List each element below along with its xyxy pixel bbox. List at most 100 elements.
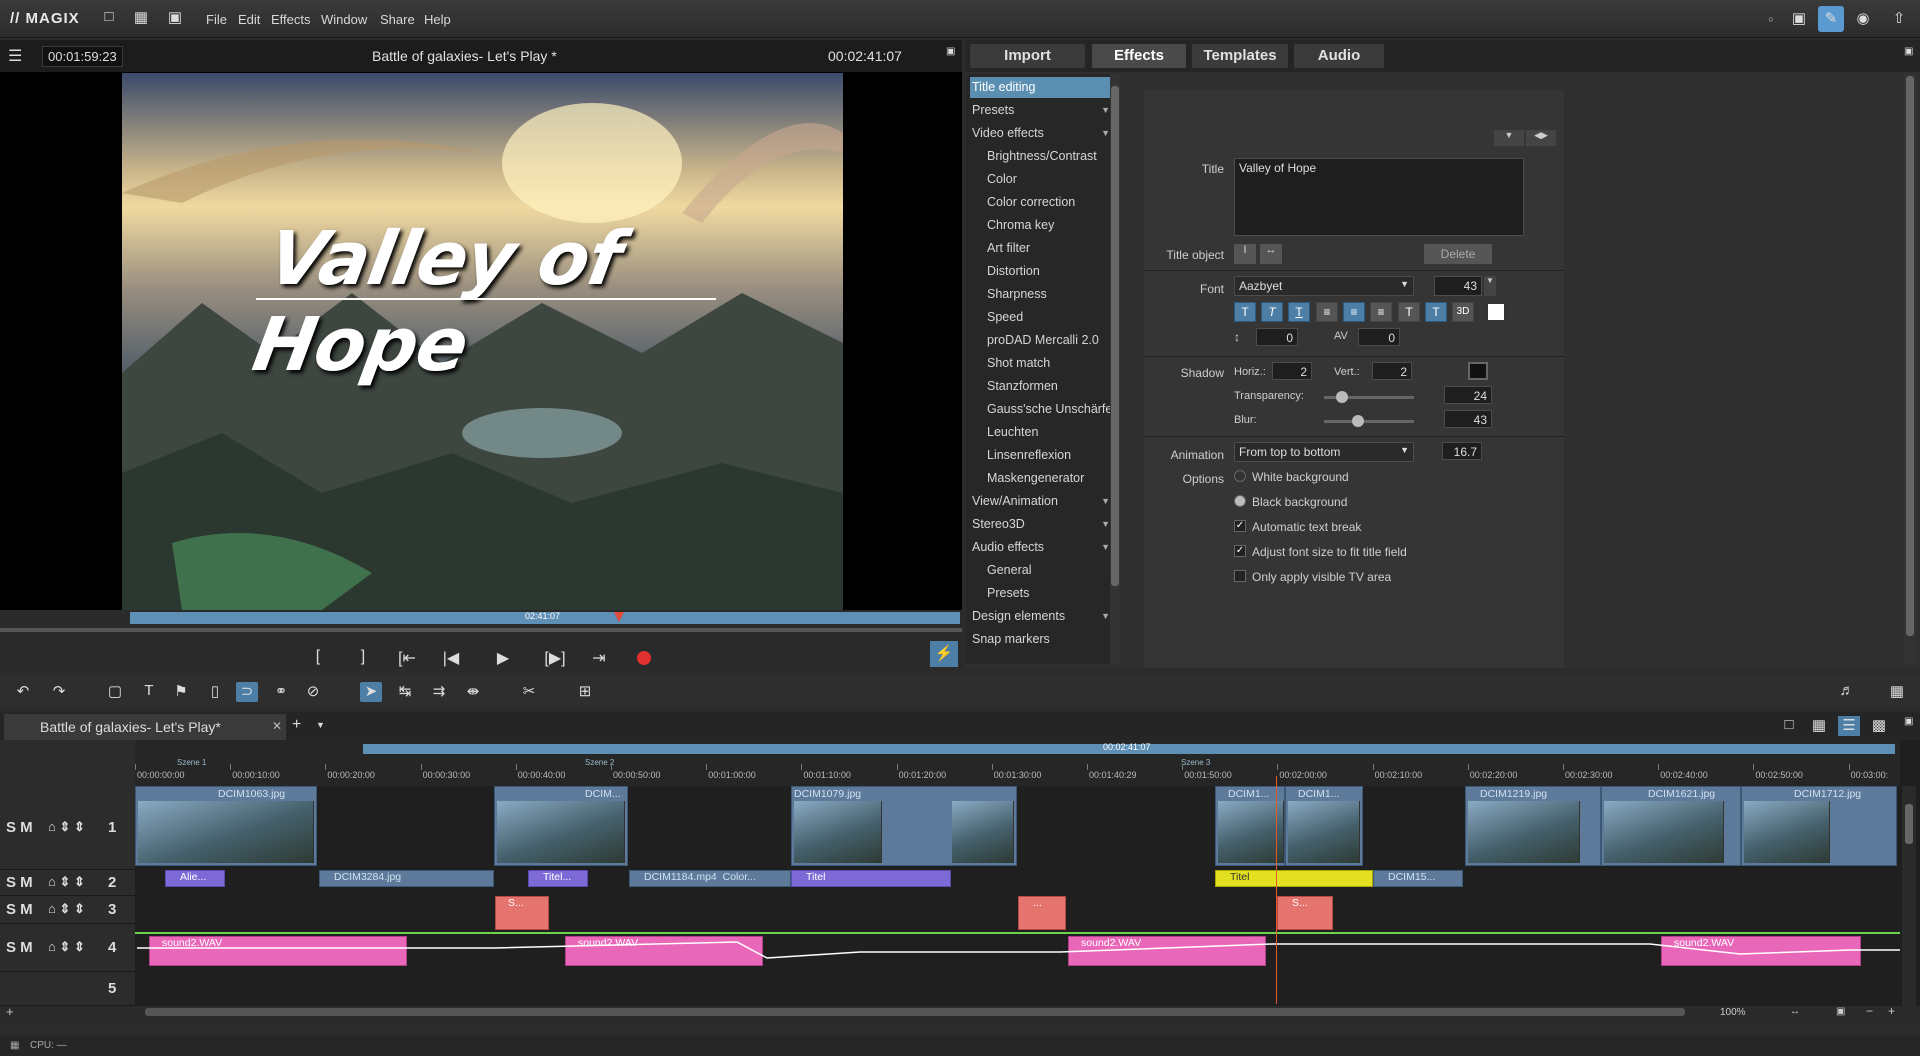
mark-in-icon[interactable]: [ bbox=[305, 648, 331, 666]
horizontal-scrollbar[interactable] bbox=[145, 1008, 1685, 1016]
disc-icon[interactable]: ◉ bbox=[1850, 6, 1876, 32]
open-folder-icon[interactable]: ▦ bbox=[132, 8, 150, 28]
shadow-vert-field[interactable]: 2 bbox=[1372, 362, 1412, 380]
tab-audio[interactable]: Audio bbox=[1294, 44, 1384, 68]
font-select[interactable]: Aazbyet▼ bbox=[1234, 276, 1414, 296]
effects-item[interactable]: Art filter bbox=[970, 238, 1114, 259]
effects-item[interactable]: Shot match bbox=[970, 353, 1114, 374]
effects-item[interactable]: Color correction bbox=[970, 192, 1114, 213]
panel-maximize-icon[interactable]: ▣ bbox=[1904, 46, 1913, 57]
time-ruler[interactable]: 00:02:41:07 Szene 1 Szene 2 Szene 3 00:0… bbox=[135, 740, 1900, 786]
effects-item[interactable]: Maskengenerator bbox=[970, 468, 1114, 489]
edit-mode-icon[interactable]: ✎ bbox=[1818, 6, 1844, 32]
lightning-icon[interactable]: ⚡ bbox=[930, 641, 958, 667]
zoom-level[interactable]: 100% bbox=[1720, 1007, 1746, 1018]
title-clip[interactable]: Titel... bbox=[528, 870, 588, 887]
zoom-out-icon[interactable]: − bbox=[1866, 1004, 1873, 1018]
solo-mute-buttons[interactable]: S M bbox=[6, 901, 33, 918]
align-right-icon[interactable]: ≡ bbox=[1370, 302, 1392, 322]
transition-clip[interactable]: S... bbox=[1277, 896, 1333, 930]
go-to-out-icon[interactable]: ⇥ bbox=[586, 648, 612, 668]
close-icon[interactable]: ✕ bbox=[272, 719, 282, 733]
delete-icon[interactable]: ▢ bbox=[104, 682, 126, 702]
insert-icon[interactable]: ⊞ bbox=[574, 682, 596, 702]
transition-clip[interactable]: S... bbox=[495, 896, 549, 930]
collapse-icon[interactable]: ▼ bbox=[1494, 130, 1524, 146]
effects-item[interactable]: Audio effects▼ bbox=[970, 537, 1114, 558]
effects-item[interactable]: Chroma key bbox=[970, 215, 1114, 236]
dot-icon[interactable]: ○ bbox=[1758, 6, 1784, 32]
video-clip[interactable]: DCIM1712.jpg bbox=[1741, 786, 1897, 866]
shadow-horiz-field[interactable]: 2 bbox=[1272, 362, 1312, 380]
menu-effects[interactable]: Effects bbox=[271, 12, 311, 27]
effects-item[interactable]: Stereo3D▼ bbox=[970, 514, 1114, 535]
effects-item[interactable]: Presets bbox=[970, 583, 1114, 604]
outline-text-icon[interactable]: T bbox=[1398, 302, 1420, 322]
add-tab-icon[interactable]: + bbox=[292, 716, 301, 734]
playhead-marker[interactable] bbox=[614, 612, 624, 622]
multi-select-icon[interactable]: ⇉ bbox=[428, 682, 450, 702]
underline-icon[interactable]: T bbox=[1288, 302, 1310, 322]
text-cursor-icon[interactable]: I bbox=[1234, 244, 1256, 264]
font-size-field[interactable]: 43 bbox=[1434, 276, 1482, 296]
video-clip[interactable]: DCIM1219.jpg bbox=[1465, 786, 1601, 866]
view-timeline-icon[interactable]: ☰ bbox=[1838, 716, 1860, 736]
effects-item[interactable]: Design elements▼ bbox=[970, 606, 1114, 627]
effects-item[interactable]: Leuchten bbox=[970, 422, 1114, 443]
title-clip[interactable]: Alie... bbox=[165, 870, 225, 887]
title-clip[interactable]: Titel bbox=[791, 870, 951, 887]
mixer-icon[interactable]: ▦ bbox=[1886, 682, 1908, 702]
effects-item[interactable]: Snap markers bbox=[970, 629, 1114, 650]
track-header[interactable]: S M⌂ ⇕ ⇕4 bbox=[0, 924, 135, 972]
char-spacing-field[interactable]: 0 bbox=[1358, 328, 1400, 346]
upload-icon[interactable]: ⇧ bbox=[1886, 6, 1912, 32]
fit-width-icon[interactable]: ↔ bbox=[1260, 244, 1282, 264]
zoom-in-icon[interactable]: + bbox=[1888, 1004, 1895, 1018]
redo-icon[interactable]: ↷ bbox=[48, 682, 70, 702]
range-bar[interactable]: 00:02:41:07 bbox=[363, 744, 1895, 754]
position-bar[interactable]: 02:41:07 bbox=[130, 612, 960, 624]
font-size-dropdown-icon[interactable]: ▼ bbox=[1484, 276, 1496, 296]
menu-help[interactable]: Help bbox=[424, 12, 451, 27]
cut-icon[interactable]: ✂ bbox=[518, 682, 540, 702]
transparency-slider[interactable] bbox=[1324, 396, 1414, 399]
option-checkbox[interactable]: ✓ bbox=[1234, 545, 1246, 557]
chevron-down-icon[interactable]: ▼ bbox=[1101, 100, 1110, 121]
play-icon[interactable]: ▶ bbox=[490, 648, 516, 668]
animation-select[interactable]: From top to bottom▼ bbox=[1234, 442, 1414, 462]
tab-effects[interactable]: Effects bbox=[1092, 44, 1186, 68]
effects-item[interactable]: Presets▼ bbox=[970, 100, 1114, 121]
transparency-knob[interactable] bbox=[1336, 391, 1348, 403]
view-storyboard-icon[interactable]: ▩ bbox=[1868, 716, 1890, 736]
undo-icon[interactable]: ↶ bbox=[12, 682, 34, 702]
record-icon[interactable] bbox=[637, 651, 651, 665]
effects-item[interactable]: Video effects▼ bbox=[970, 123, 1114, 144]
option-checkbox[interactable] bbox=[1234, 570, 1246, 582]
menu-edit[interactable]: Edit bbox=[238, 12, 260, 27]
effects-item[interactable]: Brightness/Contrast bbox=[970, 146, 1114, 167]
project-tab[interactable]: Battle of galaxies- Let's Play* ✕ bbox=[4, 714, 286, 740]
track-tools-icon[interactable]: ⌂ ⇕ ⇕ bbox=[48, 819, 85, 835]
align-left-icon[interactable]: ≡ bbox=[1316, 302, 1338, 322]
storyboard-icon[interactable]: ▣ bbox=[1786, 6, 1812, 32]
char-spacing-icon[interactable]: AV bbox=[1334, 330, 1348, 342]
title-clip-selected[interactable]: Titel bbox=[1215, 870, 1373, 887]
maximize-icon[interactable]: ▣ bbox=[946, 46, 955, 57]
menu-share[interactable]: Share bbox=[380, 12, 415, 27]
volume-icon[interactable]: ♬ bbox=[1836, 682, 1858, 702]
text-color-swatch[interactable] bbox=[1486, 302, 1506, 322]
menu-file[interactable]: File bbox=[206, 12, 227, 27]
menu-window[interactable]: Window bbox=[321, 12, 367, 27]
overlay-title-text[interactable]: Valley of Hope bbox=[247, 216, 737, 388]
bold-icon[interactable]: T bbox=[1234, 302, 1256, 322]
effects-item[interactable]: proDAD Mercalli 2.0 bbox=[970, 330, 1114, 351]
effects-item[interactable]: General bbox=[970, 560, 1114, 581]
video-clip[interactable]: DCIM1079.jpg bbox=[791, 786, 1017, 866]
effects-item[interactable]: Title editing bbox=[970, 77, 1114, 98]
option-checkbox[interactable]: ✓ bbox=[1234, 520, 1246, 532]
effects-item[interactable]: Linsenreflexion bbox=[970, 445, 1114, 466]
new-file-icon[interactable]: □ bbox=[100, 8, 118, 28]
video-clip[interactable]: DCIM1... bbox=[1215, 786, 1285, 866]
expand-icon[interactable]: ◀▶ bbox=[1526, 130, 1556, 146]
option-row[interactable]: White background bbox=[1234, 468, 1554, 486]
